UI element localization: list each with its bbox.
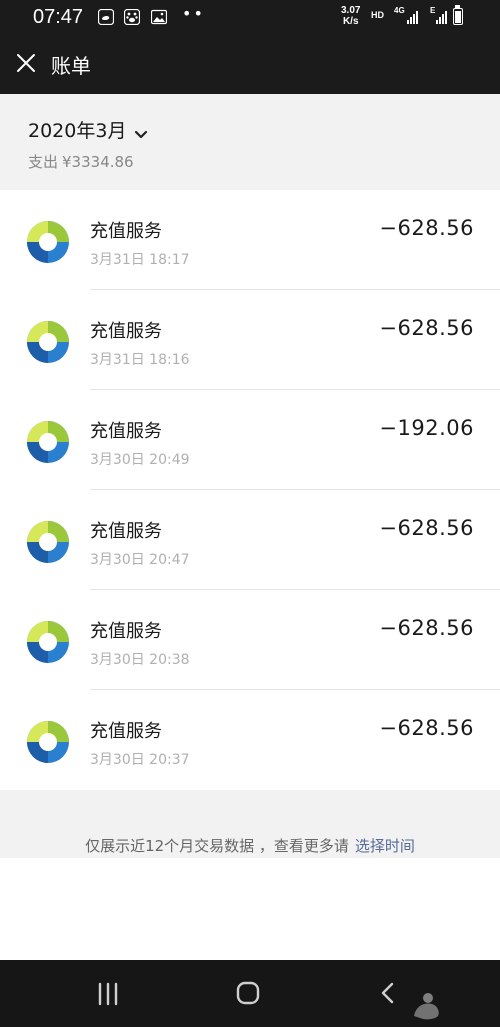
merchant-logo-icon (26, 720, 70, 764)
transaction-row[interactable]: 充值服务 3月30日 20:49 −192.06 (0, 390, 500, 490)
transaction-row[interactable]: 充值服务 3月31日 18:16 −628.56 (0, 290, 500, 390)
expense-label: 支出 (28, 153, 59, 171)
transaction-amount: −628.56 (379, 316, 474, 340)
month-selector[interactable]: 2020年3月 (28, 116, 148, 143)
signal-icon (407, 10, 420, 24)
network-speed: 3.07 K/s (341, 5, 360, 27)
transaction-row[interactable]: 充值服务 3月30日 20:37 −628.56 (0, 690, 500, 790)
watermark-icon (408, 986, 448, 1020)
footer-note-text: 仅展示近12个月交易数据 ，查看更多请 (85, 837, 349, 855)
merchant-logo-icon (26, 620, 70, 664)
merchant-logo-icon (26, 320, 70, 364)
network-4g-label: 4G (394, 6, 405, 15)
weibo-icon (97, 8, 115, 26)
title-bar: 账单 (0, 34, 500, 94)
transaction-row[interactable]: 充值服务 3月30日 20:38 −628.56 (0, 590, 500, 690)
expense-amount: ¥3334.86 (62, 153, 134, 171)
home-icon[interactable] (228, 978, 268, 1010)
transaction-amount: −628.56 (379, 616, 474, 640)
network-speed-unit: K/s (342, 16, 359, 27)
battery-icon (453, 5, 463, 25)
transaction-datetime: 3月30日 20:37 (90, 752, 190, 768)
transaction-name: 充值服务 (90, 221, 162, 242)
month-summary: 2020年3月 支出 ¥3334.86 (0, 94, 500, 190)
back-icon[interactable] (370, 978, 410, 1010)
hd-indicator: HD (371, 10, 384, 20)
transaction-datetime: 3月31日 18:16 (90, 352, 190, 368)
transaction-name: 充值服务 (90, 421, 162, 442)
transaction-name: 充值服务 (90, 321, 162, 342)
transaction-name: 充值服务 (90, 621, 162, 642)
status-bar: 07:47 •• 3.07 K/s HD 4G E (0, 0, 500, 34)
system-nav-bar (0, 960, 500, 1027)
transaction-amount: −628.56 (379, 716, 474, 740)
network-e-label: E (430, 6, 436, 15)
close-icon[interactable] (16, 53, 36, 73)
month-label: 2020年3月 (28, 120, 127, 142)
transaction-name: 充值服务 (90, 721, 162, 742)
more-dots-icon: •• (182, 4, 205, 23)
select-time-link[interactable]: 选择时间 (355, 837, 415, 855)
transaction-amount: −628.56 (379, 516, 474, 540)
transaction-row[interactable]: 充值服务 3月30日 20:47 −628.56 (0, 490, 500, 590)
merchant-logo-icon (26, 520, 70, 564)
transaction-list: 充值服务 3月31日 18:17 −628.56 充值服务 3月31日 18:1… (0, 190, 500, 790)
baidu-icon (123, 8, 141, 26)
transaction-datetime: 3月30日 20:47 (90, 552, 190, 568)
network-speed-value: 3.07 (341, 5, 361, 16)
transaction-datetime: 3月30日 20:38 (90, 652, 190, 668)
gallery-icon (150, 9, 168, 25)
chevron-down-icon (134, 125, 148, 138)
transaction-datetime: 3月30日 20:49 (90, 452, 190, 468)
transaction-name: 充值服务 (90, 521, 162, 542)
page-title: 账单 (51, 54, 91, 78)
merchant-logo-icon (26, 420, 70, 464)
footer-note: 仅展示近12个月交易数据 ，查看更多请 选择时间 (0, 790, 500, 858)
transaction-amount: −628.56 (379, 216, 474, 240)
expense-summary: 支出 ¥3334.86 (28, 151, 134, 172)
merchant-logo-icon (26, 220, 70, 264)
transaction-datetime: 3月31日 18:17 (90, 252, 190, 268)
transaction-row[interactable]: 充值服务 3月31日 18:17 −628.56 (0, 190, 500, 290)
signal-icon-secondary (436, 10, 449, 24)
recent-apps-icon[interactable] (88, 978, 128, 1010)
status-time: 07:47 (33, 6, 84, 28)
transaction-amount: −192.06 (379, 416, 474, 440)
